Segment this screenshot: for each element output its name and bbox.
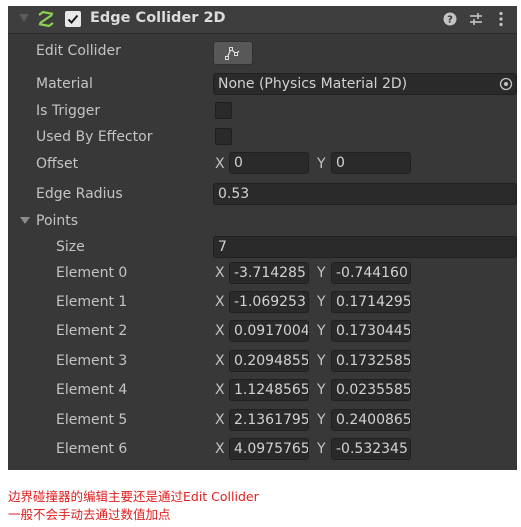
point-y-axis-label: Y bbox=[317, 441, 326, 457]
point-y-field[interactable]: -0.744160 bbox=[331, 262, 411, 284]
used-by-effector-checkbox[interactable] bbox=[215, 128, 232, 145]
point-y-axis-label: Y bbox=[317, 294, 326, 310]
edit-collider-icon bbox=[225, 47, 240, 60]
object-picker-icon[interactable] bbox=[499, 77, 513, 91]
inspector-panel: Edge Collider 2D ? Edit Collider Materia… bbox=[8, 6, 517, 470]
component-title: Edge Collider 2D bbox=[90, 10, 226, 26]
svg-text:?: ? bbox=[447, 15, 453, 26]
annotation-note-line2: 一般不会手动去通过数值加点 bbox=[8, 507, 171, 522]
offset-y-axis-label: Y bbox=[317, 156, 326, 172]
kebab-menu-icon[interactable] bbox=[492, 10, 510, 28]
edge-collider-icon bbox=[38, 10, 54, 28]
points-foldout-label[interactable]: Points bbox=[36, 213, 78, 229]
point-element-label: Element 3 bbox=[56, 353, 128, 369]
help-icon[interactable]: ? bbox=[441, 10, 459, 28]
presets-icon[interactable] bbox=[467, 10, 485, 28]
point-y-field[interactable]: -0.532345 bbox=[331, 438, 411, 460]
point-x-axis-label: X bbox=[215, 265, 225, 281]
point-y-field[interactable]: 0.2400865 bbox=[331, 409, 411, 431]
point-element-label: Element 2 bbox=[56, 323, 128, 339]
edit-collider-label: Edit Collider bbox=[36, 43, 121, 59]
point-y-axis-label: Y bbox=[317, 382, 326, 398]
offset-x-field[interactable]: 0 bbox=[229, 152, 309, 174]
point-element-label: Element 0 bbox=[56, 265, 128, 281]
point-element-label: Element 1 bbox=[56, 294, 128, 310]
component-header[interactable]: Edge Collider 2D ? bbox=[8, 6, 517, 34]
material-value: None (Physics Material 2D) bbox=[218, 76, 408, 92]
point-x-field[interactable]: -1.069253 bbox=[229, 291, 309, 313]
points-foldout-arrow-icon[interactable] bbox=[20, 217, 30, 224]
point-x-axis-label: X bbox=[215, 382, 225, 398]
point-y-field[interactable]: 0.0235585 bbox=[331, 379, 411, 401]
point-x-field[interactable]: -3.714285 bbox=[229, 262, 309, 284]
material-field[interactable]: None (Physics Material 2D) bbox=[213, 73, 517, 95]
point-x-field[interactable]: 0.0917004 bbox=[229, 320, 309, 342]
offset-x-axis-label: X bbox=[215, 156, 225, 172]
point-y-axis-label: Y bbox=[317, 323, 326, 339]
point-element-label: Element 5 bbox=[56, 412, 128, 428]
point-y-field[interactable]: 0.1714295 bbox=[331, 291, 411, 313]
points-size-field[interactable]: 7 bbox=[213, 236, 517, 258]
material-label: Material bbox=[36, 76, 93, 92]
edit-collider-button[interactable] bbox=[213, 41, 253, 65]
edge-radius-field[interactable]: 0.53 bbox=[213, 183, 517, 205]
component-enabled-checkbox[interactable] bbox=[65, 11, 81, 27]
point-y-axis-label: Y bbox=[317, 353, 326, 369]
point-element-label: Element 6 bbox=[56, 441, 128, 457]
is-trigger-checkbox[interactable] bbox=[215, 102, 232, 119]
point-x-axis-label: X bbox=[215, 323, 225, 339]
used-by-effector-label: Used By Effector bbox=[36, 129, 153, 145]
point-x-axis-label: X bbox=[215, 412, 225, 428]
points-size-label: Size bbox=[56, 239, 85, 255]
point-x-field[interactable]: 2.1361795 bbox=[229, 409, 309, 431]
is-trigger-label: Is Trigger bbox=[36, 103, 101, 119]
fold-arrow-icon[interactable] bbox=[19, 14, 29, 22]
annotation-note-line1: 边界碰撞器的编辑主要还是通过Edit Collider bbox=[8, 489, 259, 504]
point-x-field[interactable]: 0.2094855 bbox=[229, 350, 309, 372]
point-x-field[interactable]: 4.0975765 bbox=[229, 438, 309, 460]
point-y-field[interactable]: 0.1732585 bbox=[331, 350, 411, 372]
edge-radius-label: Edge Radius bbox=[36, 186, 123, 202]
point-x-field[interactable]: 1.1248565 bbox=[229, 379, 309, 401]
point-x-axis-label: X bbox=[215, 441, 225, 457]
point-element-label: Element 4 bbox=[56, 382, 128, 398]
point-x-axis-label: X bbox=[215, 353, 225, 369]
offset-label: Offset bbox=[36, 156, 79, 172]
point-x-axis-label: X bbox=[215, 294, 225, 310]
offset-y-field[interactable]: 0 bbox=[331, 152, 411, 174]
checkmark-icon bbox=[67, 14, 79, 24]
point-y-field[interactable]: 0.1730445 bbox=[331, 320, 411, 342]
point-y-axis-label: Y bbox=[317, 265, 326, 281]
point-y-axis-label: Y bbox=[317, 412, 326, 428]
